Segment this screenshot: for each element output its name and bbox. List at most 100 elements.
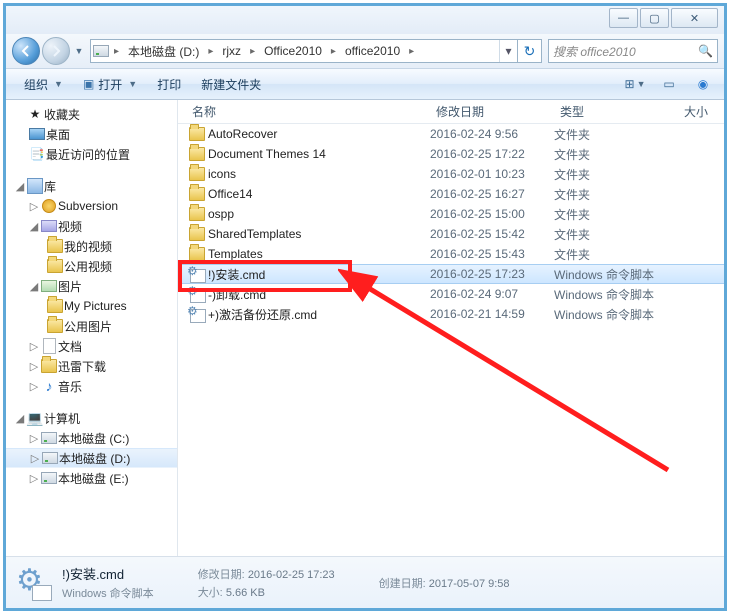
tree-videos[interactable]: ◢视频 [6, 216, 177, 236]
new-folder-button[interactable]: 新建文件夹 [191, 69, 271, 99]
file-rows[interactable]: AutoRecover2016-02-24 9:56文件夹Document Th… [178, 124, 724, 556]
chevron-down-icon: ▼ [54, 79, 63, 89]
file-row[interactable]: SharedTemplates2016-02-25 15:42文件夹 [178, 224, 724, 244]
chevron-right-icon[interactable]: ▸ [247, 46, 258, 57]
file-name: -)卸载.cmd [208, 286, 430, 303]
forward-button[interactable] [42, 37, 70, 65]
file-type: Windows 命令脚本 [554, 266, 678, 283]
file-row[interactable]: ospp2016-02-25 15:00文件夹 [178, 204, 724, 224]
tree-subversion[interactable]: ▷Subversion [6, 196, 177, 216]
details-filetype: Windows 命令脚本 [62, 585, 154, 601]
titlebar: — ▢ ✕ [6, 6, 724, 34]
file-date: 2016-02-21 14:59 [430, 307, 554, 321]
tree-desktop[interactable]: 桌面 [6, 124, 177, 144]
navigation-tree[interactable]: ★收藏夹 桌面 📑最近访问的位置 ◢库 ▷Subversion ◢视频 我的视频… [6, 100, 178, 556]
folder-icon [186, 167, 208, 181]
file-name: ospp [208, 207, 430, 221]
tree-documents[interactable]: ▷文档 [6, 336, 177, 356]
file-date: 2016-02-24 9:56 [430, 127, 554, 141]
file-row[interactable]: +)激活备份还原.cmd2016-02-21 14:59Windows 命令脚本 [178, 304, 724, 324]
file-row[interactable]: icons2016-02-01 10:23文件夹 [178, 164, 724, 184]
file-date: 2016-02-25 16:27 [430, 187, 554, 201]
file-name: icons [208, 167, 430, 181]
details-filename: !)安装.cmd [62, 564, 154, 583]
file-type: Windows 命令脚本 [554, 306, 678, 323]
tree-public-pictures[interactable]: 公用图片 [6, 316, 177, 336]
print-button[interactable]: 打印 [147, 69, 191, 99]
file-type: 文件夹 [554, 146, 678, 163]
help-button[interactable]: ◉ [690, 73, 716, 95]
file-name: Office14 [208, 187, 430, 201]
tree-favorites[interactable]: ★收藏夹 [6, 104, 177, 124]
chevron-right-icon[interactable]: ▸ [205, 46, 216, 57]
file-row[interactable]: Office142016-02-25 16:27文件夹 [178, 184, 724, 204]
file-row[interactable]: Templates2016-02-25 15:43文件夹 [178, 244, 724, 264]
crumb-rjxz[interactable]: rjxz [216, 40, 247, 62]
file-type-icon [16, 565, 52, 601]
breadcrumb-bar[interactable]: ▸ 本地磁盘 (D:) ▸ rjxz ▸ Office2010 ▸ office… [90, 39, 518, 63]
file-date: 2016-02-25 15:00 [430, 207, 554, 221]
history-dropdown-icon[interactable]: ▼ [72, 37, 86, 65]
file-row[interactable]: Document Themes 142016-02-25 17:22文件夹 [178, 144, 724, 164]
back-button[interactable] [12, 37, 40, 65]
file-row[interactable]: AutoRecover2016-02-24 9:56文件夹 [178, 124, 724, 144]
tree-drive-e[interactable]: ▷本地磁盘 (E:) [6, 468, 177, 488]
chevron-right-icon[interactable]: ▸ [328, 46, 339, 57]
tree-libraries[interactable]: ◢库 [6, 176, 177, 196]
file-row[interactable]: !)安装.cmd2016-02-25 17:23Windows 命令脚本 [178, 264, 724, 284]
search-placeholder: 搜索 office2010 [553, 43, 636, 60]
column-date[interactable]: 修改日期 [430, 103, 554, 120]
file-date: 2016-02-25 15:42 [430, 227, 554, 241]
file-name: Templates [208, 247, 430, 261]
details-pane: !)安装.cmd Windows 命令脚本 修改日期: 2016-02-25 1… [6, 556, 724, 608]
column-headers[interactable]: 名称 修改日期 类型 大小 [178, 100, 724, 124]
file-type: 文件夹 [554, 166, 678, 183]
path-dropdown-icon[interactable]: ▾ [499, 40, 517, 62]
open-button[interactable]: ▣打开▼ [73, 69, 147, 99]
tree-my-pictures[interactable]: My Pictures [6, 296, 177, 316]
folder-icon [186, 127, 208, 141]
file-date: 2016-02-25 17:23 [430, 267, 554, 281]
organize-menu[interactable]: 组织▼ [14, 69, 73, 99]
tree-downloads[interactable]: ▷迅雷下载 [6, 356, 177, 376]
file-name: AutoRecover [208, 127, 430, 141]
minimize-button[interactable]: — [609, 8, 638, 28]
cmd-file-icon [186, 286, 208, 302]
folder-icon [186, 227, 208, 241]
file-type: 文件夹 [554, 226, 678, 243]
folder-icon [186, 247, 208, 261]
search-icon: 🔍 [698, 44, 713, 58]
search-input[interactable]: 搜索 office2010 🔍 [548, 39, 718, 63]
chevron-right-icon[interactable]: ▸ [111, 46, 122, 57]
maximize-button[interactable]: ▢ [640, 8, 669, 28]
tree-drive-d[interactable]: ▷本地磁盘 (D:) [6, 448, 177, 468]
file-row[interactable]: -)卸载.cmd2016-02-24 9:07Windows 命令脚本 [178, 284, 724, 304]
tree-music[interactable]: ▷♪音乐 [6, 376, 177, 396]
crumb-drive[interactable]: 本地磁盘 (D:) [122, 40, 205, 62]
preview-pane-button[interactable]: ▭ [656, 73, 682, 95]
cmd-file-icon [186, 306, 208, 322]
tree-computer[interactable]: ◢💻计算机 [6, 408, 177, 428]
tree-recent[interactable]: 📑最近访问的位置 [6, 144, 177, 164]
drive-icon [91, 45, 111, 57]
tree-public-videos[interactable]: 公用视频 [6, 256, 177, 276]
refresh-button[interactable]: ↻ [518, 39, 542, 63]
details-modified: 修改日期: 2016-02-25 17:23 [198, 566, 335, 582]
chevron-right-icon[interactable]: ▸ [406, 46, 417, 57]
column-name[interactable]: 名称 [186, 103, 430, 120]
details-size: 大小: 5.66 KB [198, 584, 335, 600]
column-size[interactable]: 大小 [678, 103, 724, 120]
file-list-pane: 名称 修改日期 类型 大小 AutoRecover2016-02-24 9:56… [178, 100, 724, 556]
crumb-office2010-lower[interactable]: office2010 [339, 40, 406, 62]
tree-my-videos[interactable]: 我的视频 [6, 236, 177, 256]
tree-drive-c[interactable]: ▷本地磁盘 (C:) [6, 428, 177, 448]
crumb-office2010[interactable]: Office2010 [258, 40, 328, 62]
tree-pictures[interactable]: ◢图片 [6, 276, 177, 296]
file-type: 文件夹 [554, 186, 678, 203]
cmd-file-icon [186, 266, 208, 282]
file-name: +)激活备份还原.cmd [208, 306, 430, 323]
view-options-button[interactable]: ⊞▼ [622, 73, 648, 95]
column-type[interactable]: 类型 [554, 103, 678, 120]
close-button[interactable]: ✕ [671, 8, 718, 28]
navigation-bar: ▼ ▸ 本地磁盘 (D:) ▸ rjxz ▸ Office2010 ▸ offi… [6, 34, 724, 68]
